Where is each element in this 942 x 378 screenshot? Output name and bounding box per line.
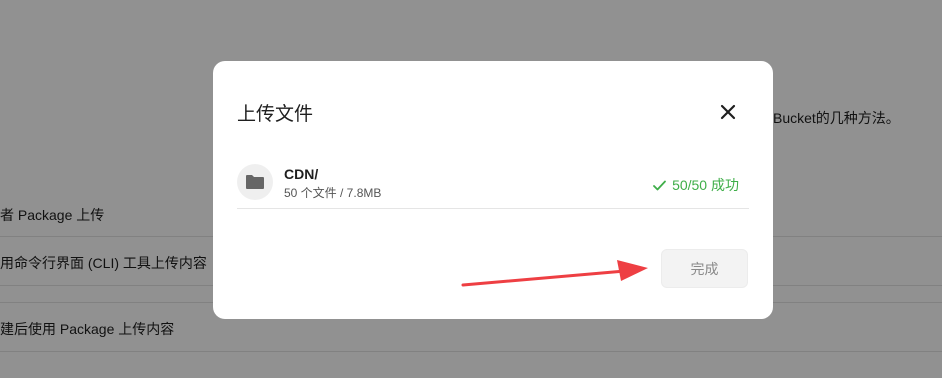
dialog-title: 上传文件 bbox=[237, 104, 314, 125]
done-button[interactable]: 完成 bbox=[661, 249, 748, 288]
upload-file-row: CDN/ 50 个文件 / 7.8MB 50/50 成功 bbox=[237, 161, 749, 209]
annotation-arrow bbox=[461, 260, 648, 287]
check-icon bbox=[653, 180, 666, 190]
upload-status: 50/50 成功 bbox=[653, 175, 739, 195]
file-name: CDN/ bbox=[284, 166, 319, 182]
folder-icon-wrap bbox=[237, 164, 273, 200]
folder-icon bbox=[246, 175, 264, 189]
close-icon bbox=[720, 104, 736, 120]
file-meta: 50 个文件 / 7.8MB bbox=[284, 186, 382, 200]
status-text: 50/50 成功 bbox=[672, 177, 739, 193]
close-button[interactable] bbox=[713, 97, 743, 127]
